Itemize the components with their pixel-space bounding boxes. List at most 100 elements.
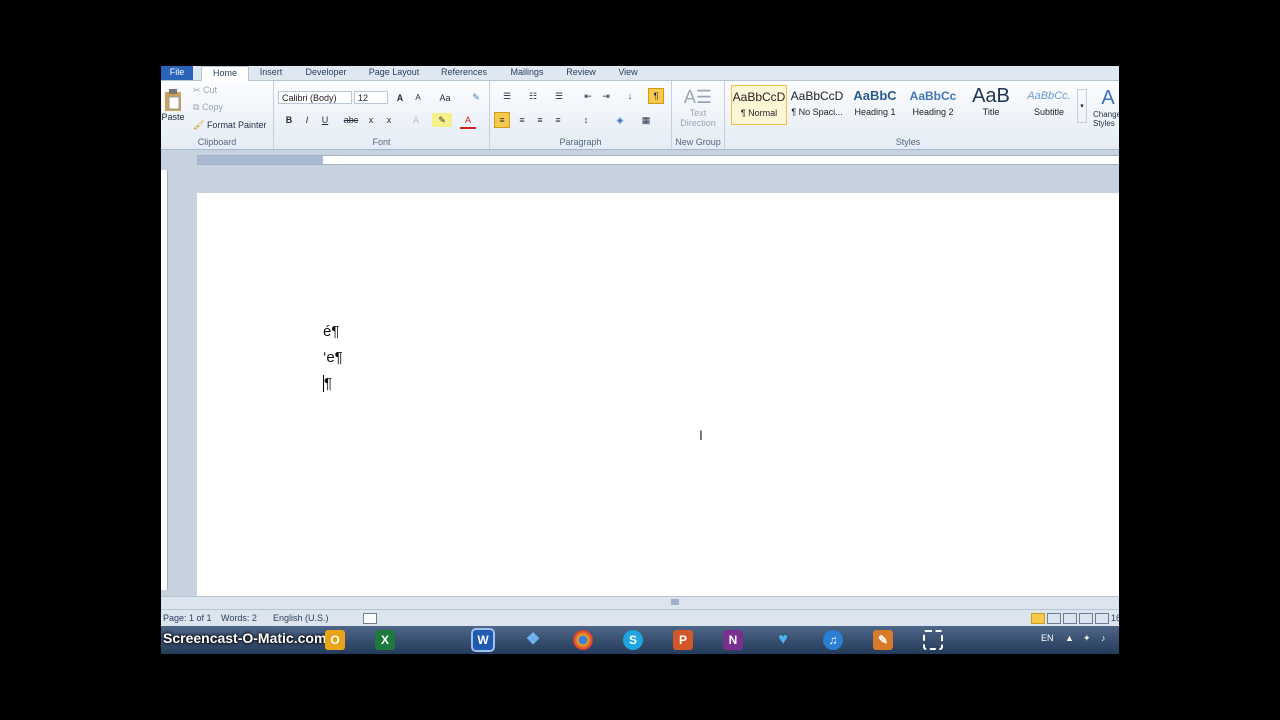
taskbar-onenote[interactable]: N [713, 628, 753, 652]
print-layout-icon[interactable] [1031, 613, 1045, 624]
taskbar-word[interactable]: W [463, 628, 503, 652]
style-sample: AaBbCc [909, 89, 957, 103]
taskbar-itunes[interactable]: ♫ [813, 628, 853, 652]
line-spacing-icon[interactable]: ↕ [576, 112, 596, 128]
align-left-icon[interactable]: ≡ [494, 112, 510, 128]
tab-page-layout[interactable]: Page Layout [363, 66, 425, 80]
style-sample: AaBbCc. [1027, 90, 1071, 102]
scroll-thumb[interactable] [671, 599, 679, 605]
style-name: Heading 2 [912, 107, 954, 117]
change-case-icon[interactable]: Aa [434, 91, 456, 104]
font-family-select[interactable]: Calibri (Body) [278, 91, 352, 104]
superscript-button[interactable]: x [382, 113, 396, 127]
multilevel-list-icon[interactable]: ☰ [548, 89, 570, 103]
taskbar-outlook[interactable]: O [315, 628, 355, 652]
bold-button[interactable]: B [282, 113, 296, 127]
paint-icon: ✎ [873, 630, 893, 650]
taskbar-paint[interactable]: ✎ [863, 628, 903, 652]
change-styles-icon: A [1101, 86, 1115, 109]
document-page[interactable]: é¶ ‘e¶ ¶ I [197, 193, 1119, 599]
web-layout-icon[interactable] [1063, 613, 1077, 624]
tab-review[interactable]: Review [561, 66, 601, 80]
taskbar-excel[interactable]: X [365, 628, 405, 652]
show-formatting-button[interactable]: ¶ [648, 88, 664, 104]
text-effects-icon[interactable]: A [408, 113, 424, 127]
network-icon[interactable]: ✦ [1083, 633, 1091, 644]
taskbar-powerpoint[interactable]: P [663, 628, 703, 652]
shrink-font-icon[interactable]: A [410, 91, 426, 104]
cut-button[interactable]: ✂ Cut [193, 84, 217, 96]
language[interactable]: English (U.S.) [273, 613, 329, 623]
numbering-icon[interactable]: ☷ [522, 89, 544, 103]
styles-more-icon[interactable]: ▾ [1077, 89, 1087, 123]
page-count[interactable]: Page: 1 of 1 [163, 613, 212, 623]
highlight-icon[interactable]: ✎ [432, 113, 452, 127]
paste-button[interactable]: Paste [161, 83, 185, 127]
style-title[interactable]: AaB Title [963, 85, 1019, 125]
increase-indent-icon[interactable]: ⇥ [598, 89, 614, 103]
grow-font-icon[interactable]: A [392, 91, 408, 104]
underline-button[interactable]: U [318, 113, 332, 127]
italic-button[interactable]: I [300, 113, 314, 127]
shading-icon[interactable]: ◈ [610, 112, 630, 128]
tab-references[interactable]: References [435, 66, 493, 80]
text-direction-icon: A☰ [683, 86, 713, 107]
copy-label: Copy [201, 102, 223, 112]
strikethrough-button[interactable]: abc [342, 113, 360, 127]
tray-arrow-icon[interactable]: ▲ [1065, 633, 1074, 643]
decrease-indent-icon[interactable]: ⇤ [580, 89, 596, 103]
style-heading-1[interactable]: AaBbC Heading 1 [847, 85, 903, 125]
new-group-label: New Group [675, 137, 721, 147]
doc-line-3[interactable]: ¶ [323, 375, 332, 392]
text-direction-label: Text Direction [680, 107, 716, 128]
horizontal-ruler[interactable] [161, 150, 1119, 168]
speaker-icon[interactable]: ♪ [1101, 633, 1106, 643]
taskbar-skype[interactable]: S [613, 628, 653, 652]
style-normal[interactable]: AaBbCcD ¶ Normal [731, 85, 787, 125]
format-painter-button[interactable]: 🖌 Format Painter [193, 119, 266, 131]
ibeam-cursor-icon: I [699, 427, 703, 443]
tab-insert[interactable]: Insert [253, 66, 289, 80]
outline-icon[interactable] [1079, 613, 1093, 624]
align-right-icon[interactable]: ≡ [532, 112, 548, 128]
twitter-icon: ♥ [778, 631, 788, 648]
style-subtitle[interactable]: AaBbCc. Subtitle [1021, 85, 1077, 125]
sort-icon[interactable]: ↓ [622, 89, 638, 103]
change-styles-button[interactable]: A Change Styles [1093, 83, 1119, 131]
tab-view[interactable]: View [611, 66, 645, 80]
tab-file[interactable]: File [161, 66, 193, 80]
taskbar-snipping[interactable] [913, 628, 953, 652]
font-size-select[interactable]: 12 [354, 91, 388, 104]
bullets-icon[interactable]: ☰ [496, 89, 518, 103]
taskbar-chrome[interactable] [563, 628, 603, 652]
borders-icon[interactable]: ▦ [636, 112, 656, 128]
subscript-button[interactable]: x [364, 113, 378, 127]
font-color-icon[interactable]: A [460, 113, 476, 129]
horizontal-scrollbar[interactable] [161, 596, 1119, 609]
doc-line-2[interactable]: ‘e¶ [323, 349, 343, 366]
ruler-margin [197, 156, 323, 164]
copy-button[interactable]: ⧉ Copy [193, 101, 223, 113]
ruler-bar [197, 155, 1119, 165]
align-center-icon[interactable]: ≡ [514, 112, 530, 128]
tab-home[interactable]: Home [201, 66, 249, 81]
text-direction-button[interactable]: A☰ Text Direction [676, 83, 720, 131]
zoom-level[interactable]: 16 [1111, 613, 1119, 623]
tab-mailings[interactable]: Mailings [503, 66, 551, 80]
word-count[interactable]: Words: 2 [221, 613, 257, 623]
language-indicator[interactable]: EN [1041, 633, 1054, 643]
vertical-ruler[interactable] [161, 170, 168, 590]
skype-icon: S [623, 630, 643, 650]
tab-developer[interactable]: Developer [299, 66, 353, 80]
clear-format-icon[interactable]: ✎ [468, 91, 484, 104]
style-heading-2[interactable]: AaBbCc Heading 2 [905, 85, 961, 125]
taskbar-dropbox[interactable]: ❖ [513, 628, 553, 652]
full-screen-icon[interactable] [1047, 613, 1061, 624]
style-no-spacing[interactable]: AaBbCcD ¶ No Spaci... [789, 85, 845, 125]
proofing-icon[interactable] [363, 613, 377, 624]
font-group: Calibri (Body) 12 A A Aa ✎ B I U abc x x… [274, 81, 490, 149]
justify-icon[interactable]: ≡ [550, 112, 566, 128]
taskbar-twitter[interactable]: ♥ [763, 628, 803, 652]
doc-line-1[interactable]: é¶ [323, 323, 339, 340]
draft-icon[interactable] [1095, 613, 1109, 624]
